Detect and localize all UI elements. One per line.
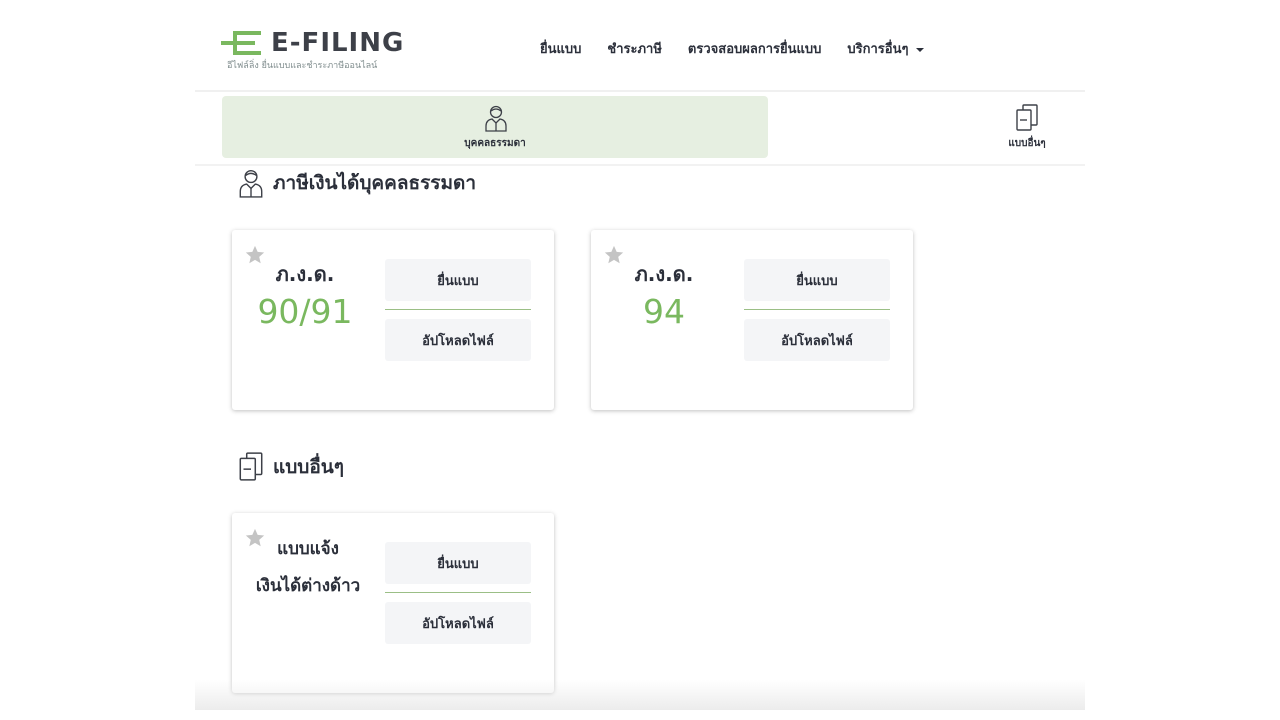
file-form-button[interactable]: ยื่นแบบ xyxy=(744,259,890,301)
main-nav: ยื่นแบบ ชำระภาษี ตรวจสอบผลการยื่นแบบ บริ… xyxy=(540,38,925,59)
logo-text: E-FILING xyxy=(271,28,405,58)
nav-item-pay[interactable]: ชำระภาษี xyxy=(607,38,662,59)
button-divider xyxy=(385,592,531,593)
form-number: 90/91 xyxy=(257,292,353,331)
section-individual-tax-heading: ภาษีเงินได้บุคคลธรรมดา xyxy=(237,168,476,198)
documents-icon xyxy=(239,452,263,481)
form-card-pnd-94: ภ.ง.ด. 94 ยื่นแบบ อัปโหลดไฟล์ xyxy=(591,230,913,410)
tab-other-forms-label: แบบอื่นๆ xyxy=(1008,138,1046,149)
page-container: E-FILING อีไฟล์ลิ่ง ยื่นแบบและชำระภาษีออ… xyxy=(195,0,1085,710)
header-divider xyxy=(195,90,1085,92)
tab-individual-label: บุคคลธรรมดา xyxy=(464,138,526,149)
e-filing-logo[interactable]: E-FILING อีไฟล์ลิ่ง ยื่นแบบและชำระภาษีออ… xyxy=(221,28,421,74)
person-icon xyxy=(239,169,263,198)
chevron-down-icon xyxy=(916,47,925,52)
section-title: ภาษีเงินได้บุคคลธรรมดา xyxy=(273,172,477,194)
nav-item-other-services-label: บริการอื่นๆ xyxy=(847,42,909,57)
file-form-button[interactable]: ยื่นแบบ xyxy=(385,542,531,584)
form-name-line-2: เงินได้ต่างด้าว xyxy=(255,576,361,596)
form-number: 94 xyxy=(643,292,685,331)
logo-mark-icon xyxy=(221,31,261,55)
upload-file-button[interactable]: อัปโหลดไฟล์ xyxy=(385,319,531,361)
form-code: ภ.ง.ด. xyxy=(634,262,694,286)
tab-other-forms[interactable]: แบบอื่นๆ xyxy=(995,102,1059,152)
button-divider xyxy=(744,309,890,310)
tab-divider xyxy=(195,164,1085,166)
upload-file-button[interactable]: อัปโหลดไฟล์ xyxy=(744,319,890,361)
nav-item-file[interactable]: ยื่นแบบ xyxy=(540,38,581,59)
form-card-pnd-90-91: ภ.ง.ด. 90/91 ยื่นแบบ อัปโหลดไฟล์ xyxy=(232,230,554,410)
file-form-button[interactable]: ยื่นแบบ xyxy=(385,259,531,301)
category-tabs: บุคคลธรรมดา แบบอื่นๆ xyxy=(195,94,1085,164)
upload-file-button[interactable]: อัปโหลดไฟล์ xyxy=(385,602,531,644)
section-other-forms-heading: แบบอื่นๆ xyxy=(237,452,344,482)
site-header: E-FILING อีไฟล์ลิ่ง ยื่นแบบและชำระภาษีออ… xyxy=(195,0,1085,90)
form-name: แบบแจ้ง เงินได้ต่างด้าว xyxy=(238,531,378,605)
nav-item-other-services[interactable]: บริการอื่นๆ xyxy=(847,38,925,59)
form-code: ภ.ง.ด. xyxy=(275,262,335,286)
section-title: แบบอื่นๆ xyxy=(273,456,344,478)
documents-icon xyxy=(1016,104,1038,131)
nav-item-check-status[interactable]: ตรวจสอบผลการยื่นแบบ xyxy=(688,38,821,59)
form-name-line-1: แบบแจ้ง xyxy=(277,539,339,559)
button-divider xyxy=(385,309,531,310)
tab-individual[interactable]: บุคคลธรรมดา xyxy=(222,96,768,158)
person-icon xyxy=(485,105,507,132)
form-card-foreign-income: แบบแจ้ง เงินได้ต่างด้าว ยื่นแบบ อัปโหลดไ… xyxy=(232,513,554,693)
page-bottom-fade xyxy=(195,680,1085,710)
logo-subtitle: อีไฟล์ลิ่ง ยื่นแบบและชำระภาษีออนไลน์ xyxy=(227,61,378,71)
